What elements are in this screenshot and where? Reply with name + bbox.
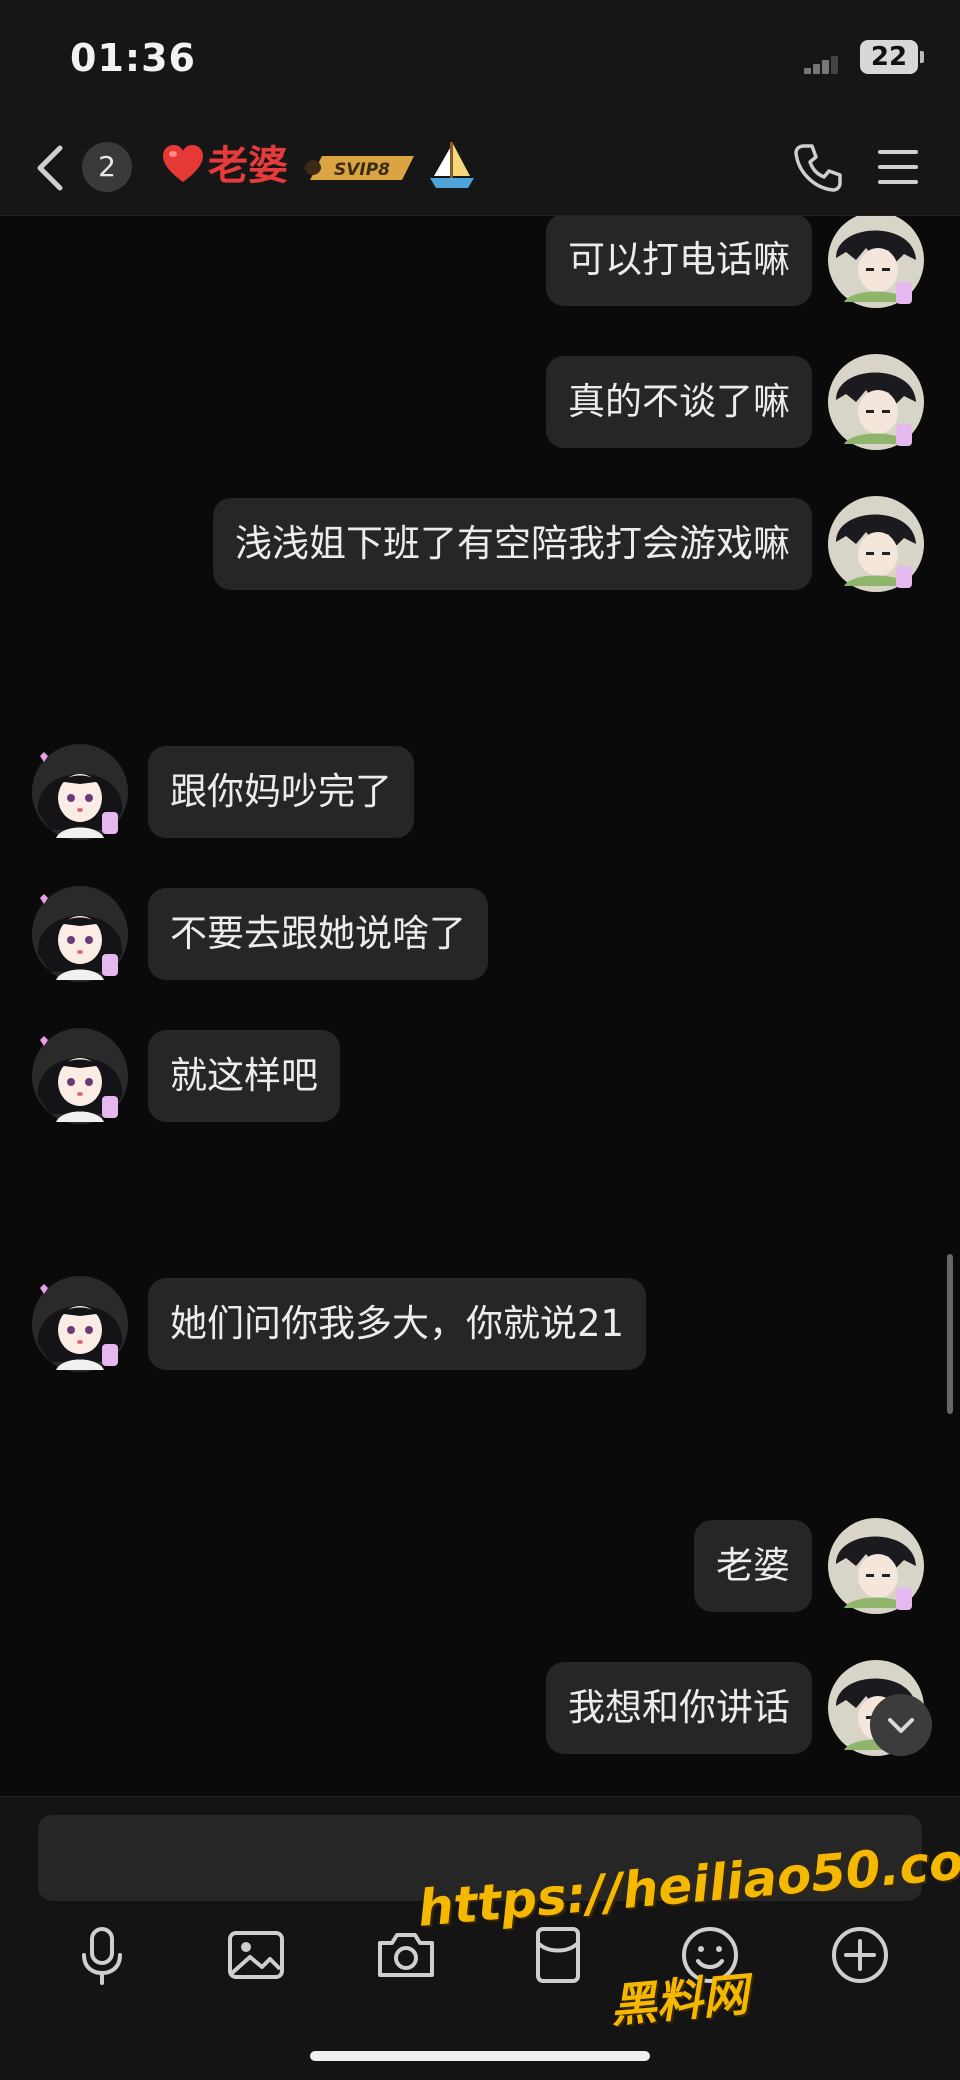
message-bubble[interactable]: 跟你妈吵完了 [148,746,414,838]
female-anime-avatar[interactable] [30,884,130,984]
chat-header: 2 老婆 SVIP8 [0,120,960,216]
message-row: 可以打电话嘛 [0,216,960,310]
message-bubble[interactable]: 就这样吧 [148,1030,340,1122]
heart-icon [163,145,203,182]
message-bubble[interactable]: 不要去跟她说啥了 [148,888,488,980]
message-row: 她们问你我多大，你就说21 [0,1274,960,1374]
scrollbar[interactable] [947,1254,953,1414]
scroll-to-bottom-icon[interactable] [870,1694,932,1756]
signal-icon [804,56,838,74]
mic-icon[interactable] [68,1921,136,1989]
chat-title[interactable]: 老婆 [208,136,288,196]
message-row: 真的不谈了嘛 [0,352,960,452]
message-row: 跟你妈吵完了 [0,742,960,842]
male-anime-avatar[interactable] [826,216,926,310]
male-anime-avatar[interactable] [826,494,926,594]
message-row: 浅浅姐下班了有空陪我打会游戏嘛 [0,494,960,594]
sailboat-icon [430,142,474,188]
message-bubble[interactable]: 浅浅姐下班了有空陪我打会游戏嘛 [213,498,812,590]
svip-badge: SVIP8 [304,156,414,180]
message-bubble[interactable]: 真的不谈了嘛 [546,356,812,448]
message-bubble[interactable]: 她们问你我多大，你就说21 [148,1278,647,1370]
plus-icon[interactable] [826,1921,894,1989]
message-bubble[interactable]: 可以打电话嘛 [546,216,812,306]
male-anime-avatar[interactable] [826,1516,926,1616]
phone-call-icon[interactable] [790,140,846,196]
message-row: 就这样吧 [0,1026,960,1126]
back-chevron-icon[interactable] [28,140,78,196]
menu-icon[interactable] [874,142,922,192]
image-icon[interactable] [222,1921,290,1989]
composer [0,1796,960,2080]
status-bar: 01:36 22 [0,0,960,120]
female-anime-avatar[interactable] [30,742,130,842]
message-list[interactable]: 可以打电话嘛 真的不谈了嘛 浅浅姐下班了有空陪我打会游戏嘛 跟你妈吵完了 不要去… [0,216,960,1796]
message-bubble[interactable]: 我想和你讲话 [546,1662,812,1754]
message-row: 不要去跟她说啥了 [0,884,960,984]
male-anime-avatar[interactable] [826,352,926,452]
clock-time: 01:36 [70,36,196,80]
female-anime-avatar[interactable] [30,1274,130,1374]
battery-icon: 22 [860,40,924,74]
message-row: 老婆 [0,1516,960,1616]
message-bubble[interactable]: 老婆 [694,1520,812,1612]
message-row: 我想和你讲话 [0,1658,960,1758]
watermark-brand: 黑料网 [608,1967,751,2033]
unread-count-badge[interactable]: 2 [82,142,132,192]
female-anime-avatar[interactable] [30,1026,130,1126]
home-indicator[interactable] [310,2051,650,2061]
red-packet-icon[interactable] [524,1921,592,1989]
svip-label: SVIP8 [334,160,390,180]
